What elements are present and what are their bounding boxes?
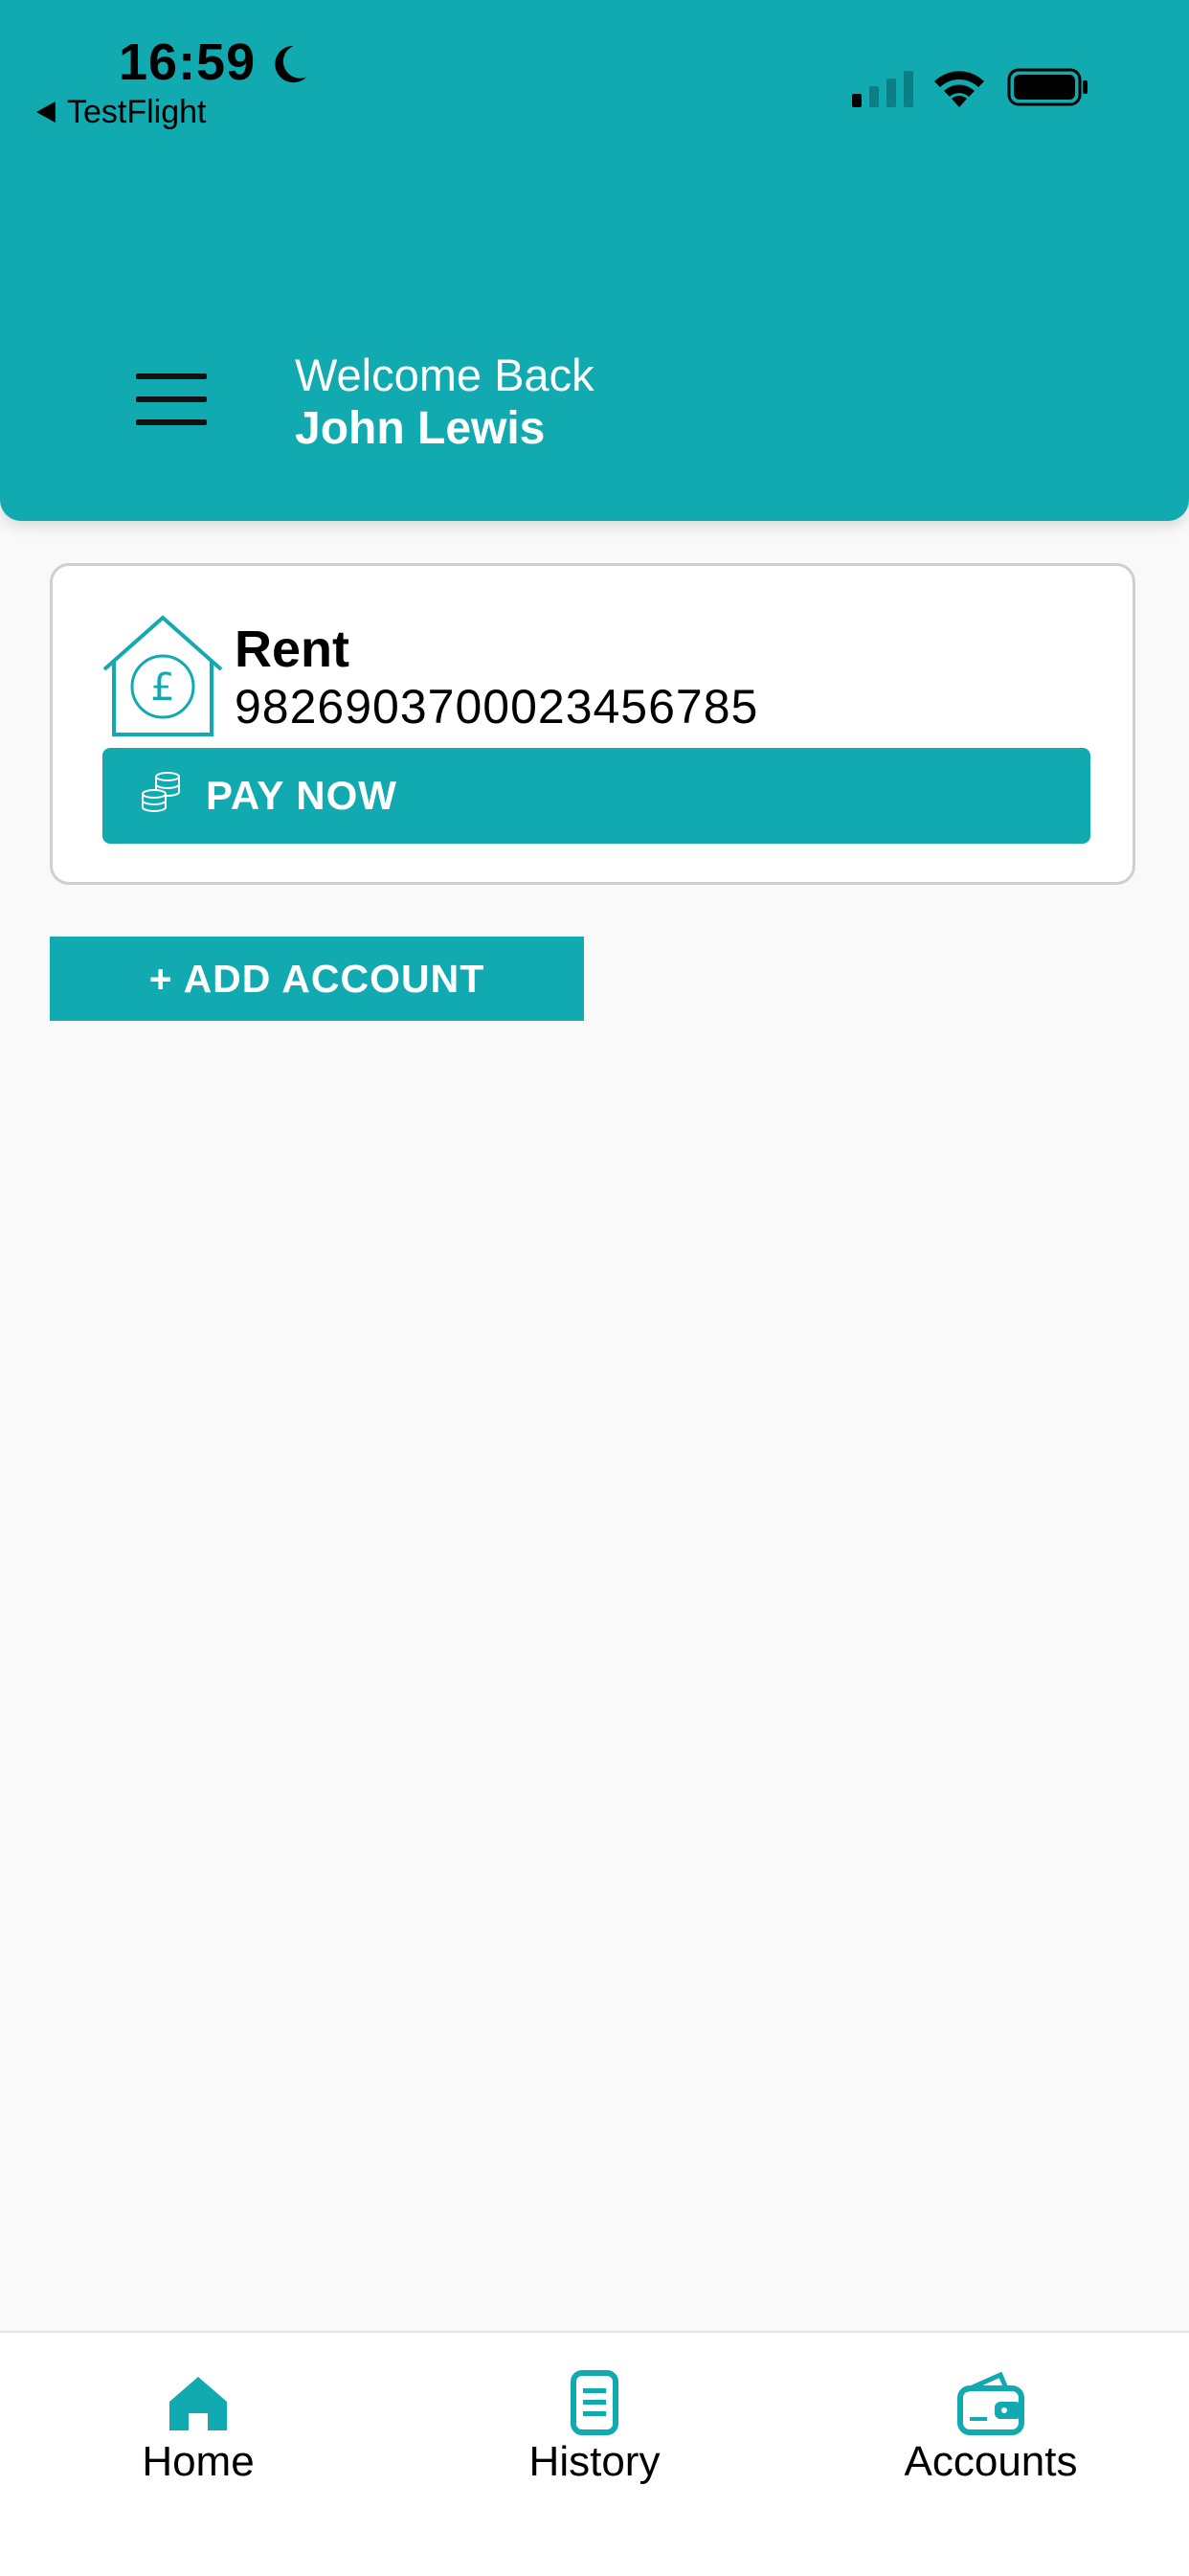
app-header: 16:59 TestFlight Welcome Back John Lewis: [0, 0, 1189, 521]
tab-accounts[interactable]: Accounts: [793, 2369, 1189, 2503]
add-account-button[interactable]: + ADD ACCOUNT: [50, 937, 584, 1021]
status-time: 16:59: [119, 34, 257, 91]
pay-now-label: PAY NOW: [206, 773, 397, 818]
coins-icon: [142, 772, 180, 812]
wifi-icon: [934, 71, 984, 107]
account-name: Rent: [235, 621, 349, 678]
tab-accounts-label: Accounts: [904, 2438, 1078, 2485]
user-name: John Lewis: [295, 403, 546, 454]
hamburger-menu-button[interactable]: [132, 368, 211, 431]
moon-icon: [275, 45, 307, 83]
history-icon: [571, 2370, 618, 2435]
battery-icon: [1007, 68, 1088, 106]
welcome-text: Welcome Back: [295, 350, 594, 400]
back-arrow-icon: [36, 102, 56, 123]
tab-history-label: History: [528, 2438, 661, 2485]
pay-now-button[interactable]: PAY NOW: [102, 748, 1090, 844]
back-app-label: TestFlight: [67, 93, 207, 130]
account-number: 9826903700023456785: [235, 680, 759, 734]
house-pound-icon: £: [102, 615, 223, 736]
back-to-testflight-link[interactable]: TestFlight: [36, 92, 207, 132]
account-card: £ Rent 9826903700023456785 PAY NOW: [50, 563, 1135, 885]
bottom-tab-bar: Home History Accounts: [0, 2331, 1189, 2576]
svg-text:£: £: [150, 666, 174, 710]
tab-home[interactable]: Home: [0, 2369, 396, 2503]
home-icon: [169, 2377, 227, 2430]
tab-history[interactable]: History: [396, 2369, 793, 2503]
wallet-icon: [957, 2371, 1024, 2435]
cellular-signal-icon: [852, 71, 913, 107]
tab-home-label: Home: [142, 2438, 255, 2485]
